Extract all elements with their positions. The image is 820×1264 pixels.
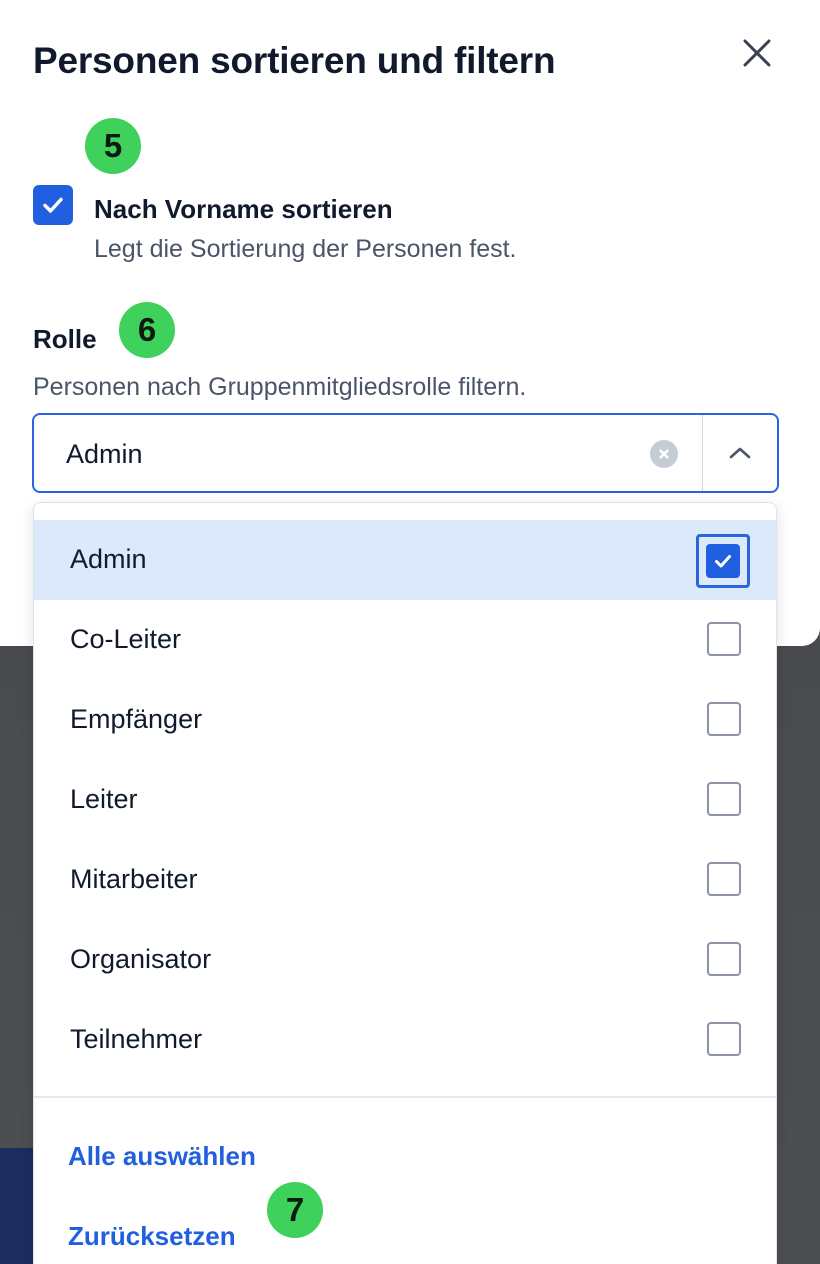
option-checkbox[interactable] xyxy=(707,862,741,896)
dropdown-option-empfaenger[interactable]: Empfänger xyxy=(34,680,776,760)
option-checkbox[interactable] xyxy=(707,702,741,736)
option-label: Organisator xyxy=(70,944,212,974)
option-checkbox[interactable] xyxy=(707,622,741,656)
dropdown-toggle-button[interactable] xyxy=(703,415,777,491)
option-checkbox[interactable] xyxy=(707,1022,741,1056)
chevron-up-icon xyxy=(729,447,751,459)
role-label: Rolle xyxy=(33,324,97,354)
option-label: Empfänger xyxy=(70,704,203,734)
role-select[interactable]: Admin xyxy=(32,413,779,493)
dropdown-option-leiter[interactable]: Leiter xyxy=(34,760,776,840)
checkmark-icon xyxy=(43,197,63,213)
role-dropdown-menu: Admin Co-Leiter Empfänger Leiter Mitarbe… xyxy=(33,502,777,1264)
sort-label: Nach Vorname sortieren xyxy=(94,194,393,224)
select-all-link[interactable]: Alle auswählen xyxy=(68,1141,256,1172)
close-button[interactable] xyxy=(736,32,778,74)
role-help-text: Personen nach Gruppenmitgliedsrolle filt… xyxy=(33,373,527,401)
sort-by-firstname-checkbox[interactable] xyxy=(33,185,73,225)
step-badge-7: 7 xyxy=(267,1182,323,1238)
dropdown-option-mitarbeiter[interactable]: Mitarbeiter xyxy=(34,840,776,920)
reset-link[interactable]: Zurücksetzen xyxy=(68,1221,236,1252)
dropdown-option-co-leiter[interactable]: Co-Leiter xyxy=(34,600,776,680)
clear-icon xyxy=(659,449,669,459)
dropdown-option-organisator[interactable]: Organisator xyxy=(34,920,776,1000)
option-label: Teilnehmer xyxy=(70,1024,203,1054)
option-label: Mitarbeiter xyxy=(70,864,198,894)
option-label: Admin xyxy=(70,544,147,574)
option-checkbox-checked[interactable] xyxy=(696,534,750,588)
dropdown-option-teilnehmer[interactable]: Teilnehmer xyxy=(34,1000,776,1080)
role-select-value: Admin xyxy=(66,439,143,469)
clear-selection-button[interactable] xyxy=(650,440,678,468)
option-checkbox[interactable] xyxy=(707,782,741,816)
dropdown-divider xyxy=(34,1096,776,1098)
option-checkbox[interactable] xyxy=(707,942,741,976)
modal-title: Personen sortieren und filtern xyxy=(33,40,556,81)
step-badge-6: 6 xyxy=(119,302,175,358)
dropdown-option-admin[interactable]: Admin xyxy=(34,520,776,600)
sort-help-text: Legt die Sortierung der Personen fest. xyxy=(94,235,517,263)
checkmark-icon xyxy=(715,555,731,568)
checkbox-fill xyxy=(706,544,740,578)
option-label: Leiter xyxy=(70,784,138,814)
step-badge-5: 5 xyxy=(85,118,141,174)
close-icon xyxy=(743,39,771,67)
option-label: Co-Leiter xyxy=(70,624,182,654)
